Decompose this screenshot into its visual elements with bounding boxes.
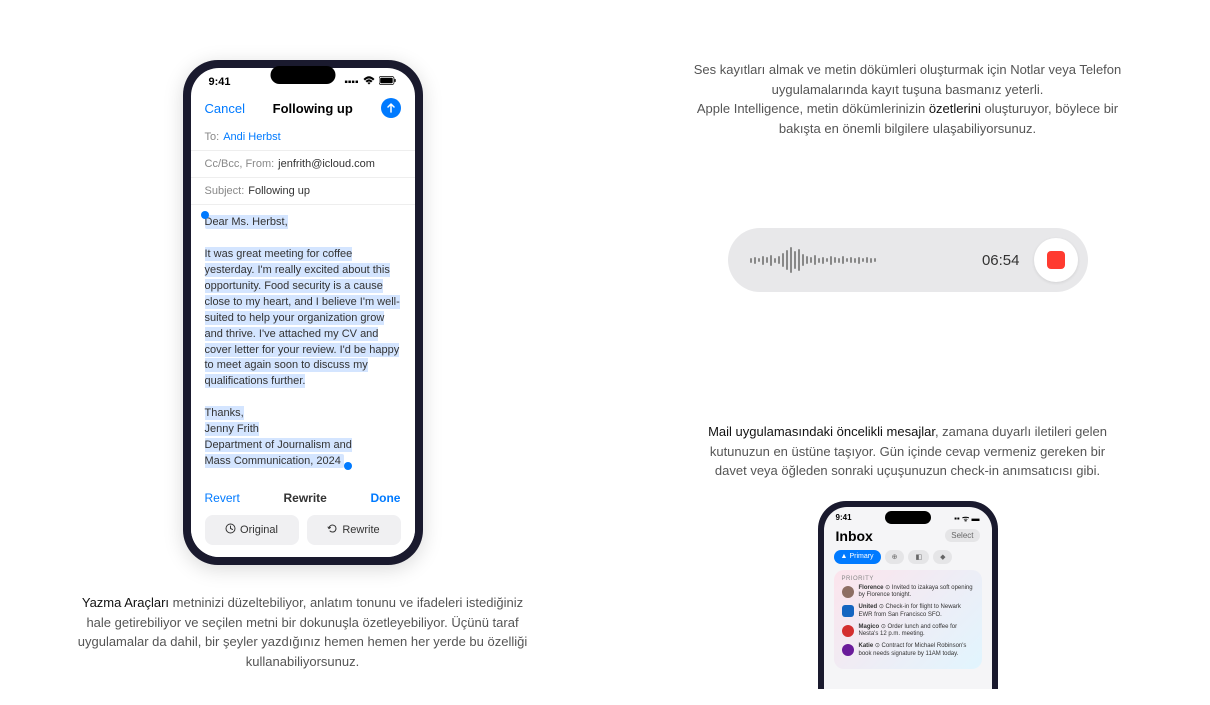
wifi-icon xyxy=(363,76,375,88)
cc-field[interactable]: Cc/Bcc, From: jenfrith@icloud.com xyxy=(191,151,415,178)
send-button[interactable] xyxy=(381,98,401,118)
inbox-tabs: ▲ Primary ⊕ ◧ ◆ xyxy=(824,550,992,570)
chat-icon: ◧ xyxy=(915,553,922,561)
to-label: To: xyxy=(205,131,220,143)
left-column: 9:41 ▪▪▪▪ Cancel Following up xyxy=(0,0,605,705)
mail-compose-header: Cancel Following up xyxy=(191,92,415,124)
subject-label: Subject: xyxy=(205,185,245,197)
to-field[interactable]: To: Andi Herbst xyxy=(191,124,415,151)
cc-label: Cc/Bcc, From: xyxy=(205,158,275,170)
priority-card: PRIORITY Florence ⊙ Invited to izakaya s… xyxy=(834,570,982,669)
person-icon: ▲ xyxy=(841,553,848,560)
signal-icon: ▪▪▪▪ xyxy=(344,77,358,88)
tab-updates[interactable]: ◧ xyxy=(908,550,929,564)
refresh-icon xyxy=(327,523,338,537)
caption-bold: Yazma Araçları xyxy=(82,595,169,610)
caption-priority-mail: Mail uygulamasındaki öncelikli mesajlar,… xyxy=(698,422,1118,481)
tab-promotions[interactable]: ◆ xyxy=(933,550,952,564)
rewrite-title: Rewrite xyxy=(283,491,326,505)
body-thanks: Thanks, xyxy=(205,407,244,419)
body-sig2: Department of Journalism and xyxy=(205,439,352,451)
list-item[interactable]: United ⊙ Check-in for flight to Newark E… xyxy=(842,604,974,620)
mail-body[interactable]: Dear Ms. Herbst, It was great meeting fo… xyxy=(191,205,415,480)
stop-record-button[interactable] xyxy=(1034,238,1078,282)
status-time-2: 9:41 xyxy=(836,513,852,524)
recording-time: 06:54 xyxy=(982,252,1020,269)
body-greeting: Dear Ms. Herbst, xyxy=(205,216,288,228)
clock-icon xyxy=(225,523,236,537)
dynamic-island-2 xyxy=(885,511,931,524)
tab-primary[interactable]: ▲ Primary xyxy=(834,550,881,564)
writing-tools-footer: Revert Rewrite Done Original xyxy=(191,481,415,557)
header-title: Following up xyxy=(273,101,353,116)
phone-mockup-inbox: 9:41 ▪▪ ᯤ ▬ Inbox Select ▲ Primary ⊕ ◧ xyxy=(818,501,998,701)
revert-button[interactable]: Revert xyxy=(205,491,240,505)
select-button[interactable]: Select xyxy=(945,529,979,542)
selection-handle-end[interactable] xyxy=(344,462,352,470)
cancel-button[interactable]: Cancel xyxy=(205,101,245,116)
right-column: Ses kayıtları almak ve metin dökümleri o… xyxy=(605,0,1210,705)
inbox-title: Inbox xyxy=(836,528,873,544)
subject-value: Following up xyxy=(248,185,310,197)
body-sig1: Jenny Frith xyxy=(205,423,259,435)
rt1-bold: özetlerini xyxy=(929,101,981,116)
list-item[interactable]: Katie ⊙ Contract for Michael Robinson's … xyxy=(842,643,974,659)
avatar xyxy=(842,586,854,598)
body-paragraph: It was great meeting for coffee yesterda… xyxy=(205,248,400,388)
to-value: Andi Herbst xyxy=(223,131,280,143)
done-button[interactable]: Done xyxy=(370,491,400,505)
avatar xyxy=(842,644,854,656)
status-time: 9:41 xyxy=(209,76,231,88)
body-sig3: Mass Communication, 2024 xyxy=(205,455,341,467)
rt1-line2a: Apple Intelligence, metin dökümlerinizin xyxy=(697,101,929,116)
tag-icon: ◆ xyxy=(940,553,945,561)
audio-recorder-widget: 06:54 xyxy=(728,228,1088,292)
selection-handle-start[interactable] xyxy=(201,211,209,219)
caption-writing-tools: Yazma Araçları metninizi düzeltebiliyor,… xyxy=(73,593,533,671)
avatar xyxy=(842,625,854,637)
avatar xyxy=(842,605,854,617)
rewrite-button[interactable]: Rewrite xyxy=(307,515,401,545)
cc-value: jenfrith@icloud.com xyxy=(278,158,375,170)
list-item[interactable]: Florence ⊙ Invited to izakaya soft openi… xyxy=(842,585,974,601)
battery-icon xyxy=(379,76,397,88)
caption-audio-summary: Ses kayıtları almak ve metin dökümleri o… xyxy=(688,60,1128,138)
cart-icon: ⊕ xyxy=(892,553,898,561)
list-item[interactable]: Magico ⊙ Order lunch and coffee for Nest… xyxy=(842,624,974,640)
status-icons-2: ▪▪ ᯤ ▬ xyxy=(954,513,979,524)
rt1-line1: Ses kayıtları almak ve metin dökümleri o… xyxy=(694,62,1122,97)
tab-transactions[interactable]: ⊕ xyxy=(885,550,905,564)
rt2-bold: Mail uygulamasındaki öncelikli mesajlar xyxy=(708,424,935,439)
waveform xyxy=(750,245,968,275)
dynamic-island xyxy=(270,66,335,84)
original-button[interactable]: Original xyxy=(205,515,299,545)
phone-mockup-mail: 9:41 ▪▪▪▪ Cancel Following up xyxy=(183,60,423,565)
priority-label: PRIORITY xyxy=(842,576,974,582)
stop-icon xyxy=(1047,251,1065,269)
subject-field[interactable]: Subject: Following up xyxy=(191,178,415,205)
